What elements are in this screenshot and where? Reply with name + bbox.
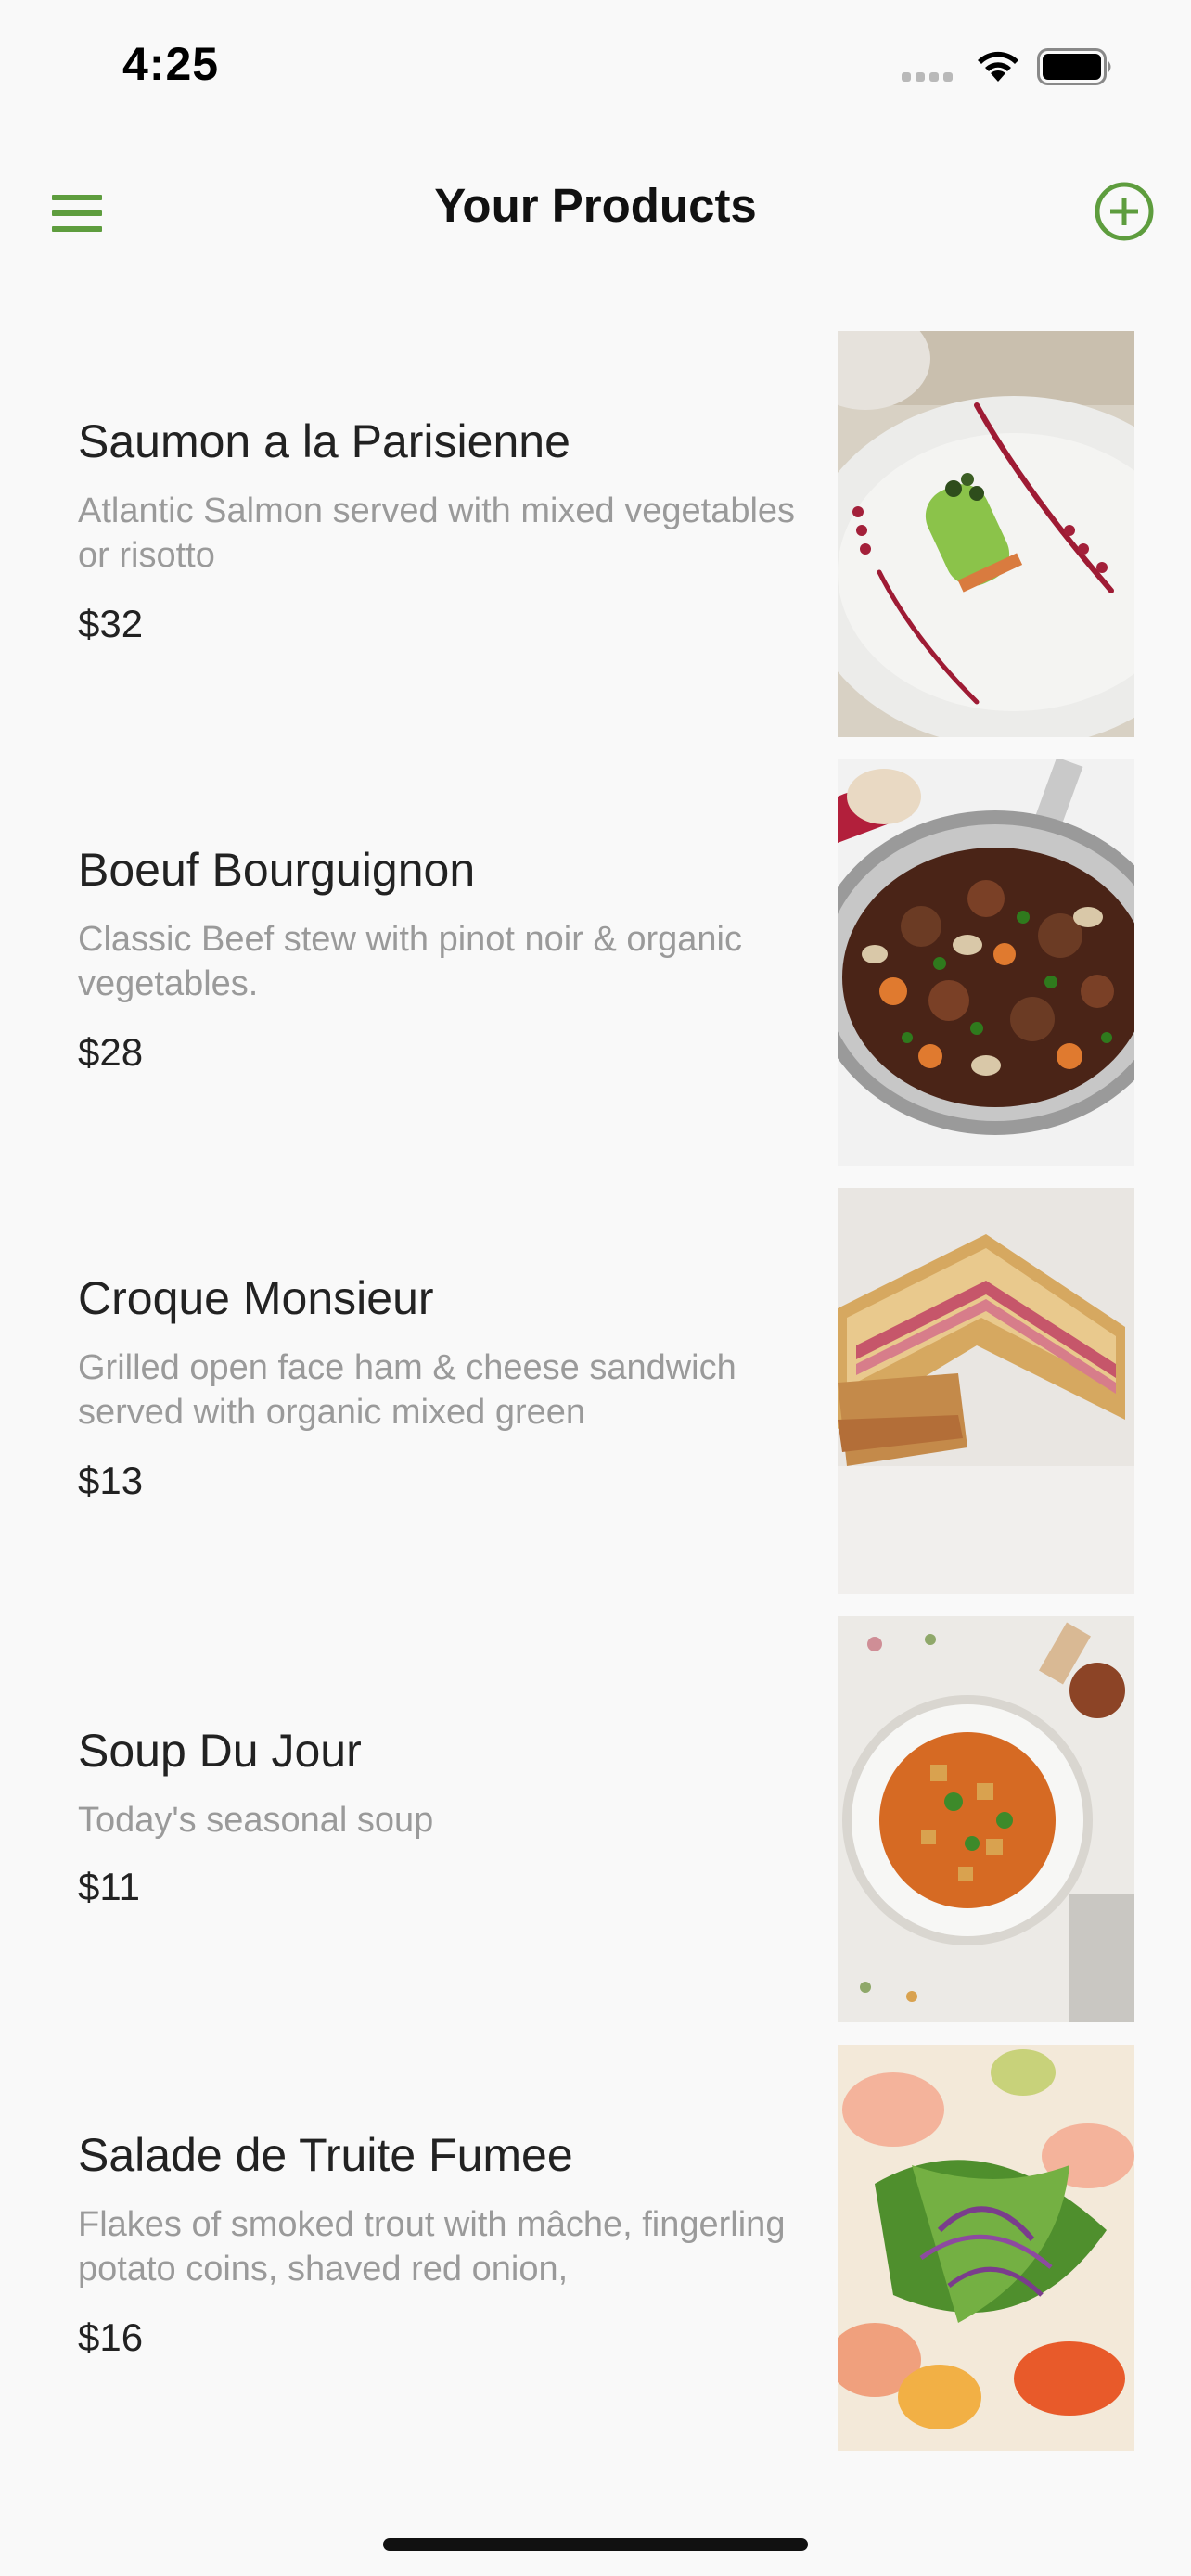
product-row[interactable]: Soup Du Jour Today's seasonal soup $11: [0, 1614, 1191, 2022]
ham-cheese-sandwich-photo: [838, 1188, 1134, 1594]
product-price: $13: [78, 1459, 144, 1502]
product-text: Saumon a la Parisienne Atlantic Salmon s…: [78, 329, 820, 737]
product-description: Classic Beef stew with pinot noir & orga…: [78, 920, 742, 1003]
product-price: $11: [78, 1865, 140, 1908]
trout-salad-photo: [838, 2045, 1134, 2451]
product-name: Salade de Truite Fumee: [78, 2129, 573, 2181]
home-indicator[interactable]: [383, 2538, 808, 2551]
product-row[interactable]: Croque Monsieur Grilled open face ham & …: [0, 1186, 1191, 1594]
product-price: $16: [78, 2315, 144, 2359]
wifi-icon: [972, 45, 1024, 85]
battery-icon: [1037, 48, 1115, 85]
product-price: $28: [78, 1030, 144, 1074]
product-description: Grilled open face ham & cheese sandwich …: [78, 1348, 736, 1432]
cellular-signal-icon: [902, 72, 957, 85]
product-text: Salade de Truite Fumee Flakes of smoked …: [78, 2043, 820, 2451]
product-row[interactable]: Boeuf Bourguignon Classic Beef stew with…: [0, 758, 1191, 1166]
status-time: 4:25: [122, 38, 220, 90]
product-text: Boeuf Bourguignon Classic Beef stew with…: [78, 758, 820, 1166]
status-bar: 4:25: [0, 0, 1191, 139]
product-description: Today's seasonal soup: [78, 1801, 434, 1840]
tomato-soup-bowl-photo: [838, 1616, 1134, 2022]
navigation-bar: Your Products: [0, 158, 1191, 260]
product-name: Saumon a la Parisienne: [78, 415, 570, 467]
page-title: Your Products: [434, 179, 757, 232]
product-price: $32: [78, 602, 144, 645]
product-name: Boeuf Bourguignon: [78, 844, 476, 896]
salmon-dish-photo: [838, 331, 1134, 737]
product-text: Croque Monsieur Grilled open face ham & …: [78, 1186, 820, 1594]
product-description: Flakes of smoked trout with mâche, finge…: [78, 2205, 786, 2289]
plus-circle-icon: [1095, 182, 1154, 241]
beef-stew-pan-photo: [838, 759, 1134, 1166]
add-product-button[interactable]: [1093, 180, 1156, 243]
product-text: Soup Du Jour Today's seasonal soup $11: [78, 1614, 820, 2022]
product-row[interactable]: Saumon a la Parisienne Atlantic Salmon s…: [0, 329, 1191, 737]
product-description: Atlantic Salmon served with mixed vegeta…: [78, 491, 796, 575]
product-name: Croque Monsieur: [78, 1272, 434, 1324]
product-row[interactable]: Salade de Truite Fumee Flakes of smoked …: [0, 2043, 1191, 2451]
product-name: Soup Du Jour: [78, 1725, 362, 1777]
